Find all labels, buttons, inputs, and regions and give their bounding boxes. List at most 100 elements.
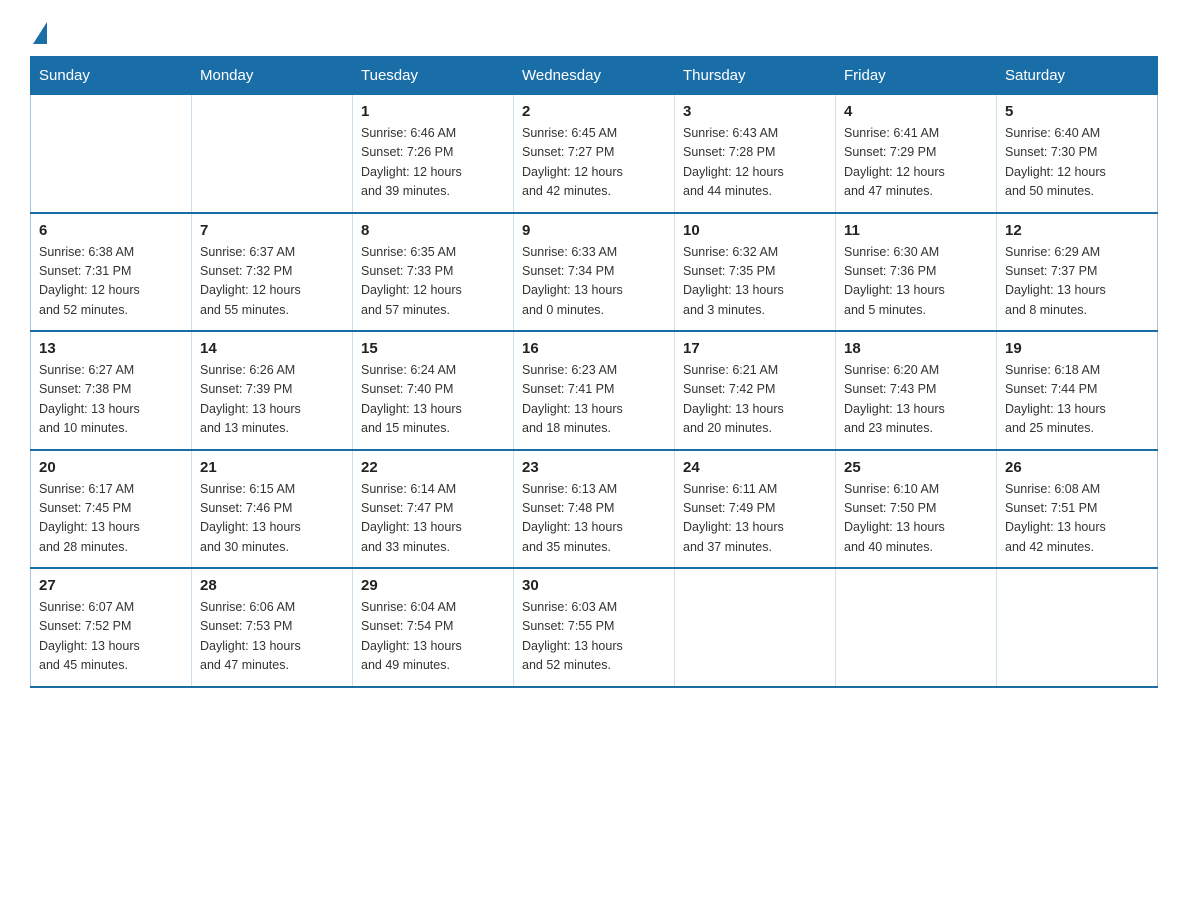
day-info: Sunrise: 6:26 AMSunset: 7:39 PMDaylight:…	[200, 361, 344, 439]
calendar-cell	[836, 568, 997, 687]
day-number: 26	[1005, 459, 1149, 476]
day-info: Sunrise: 6:07 AMSunset: 7:52 PMDaylight:…	[39, 598, 183, 676]
day-info: Sunrise: 6:46 AMSunset: 7:26 PMDaylight:…	[361, 124, 505, 202]
day-number: 20	[39, 459, 183, 476]
calendar-cell: 10 Sunrise: 6:32 AMSunset: 7:35 PMDayligh…	[675, 213, 836, 332]
day-info: Sunrise: 6:29 AMSunset: 7:37 PMDaylight:…	[1005, 243, 1149, 321]
calendar-cell: 16 Sunrise: 6:23 AMSunset: 7:41 PMDayligh…	[514, 331, 675, 450]
day-info: Sunrise: 6:27 AMSunset: 7:38 PMDaylight:…	[39, 361, 183, 439]
calendar-header-row: SundayMondayTuesdayWednesdayThursdayFrid…	[31, 57, 1158, 95]
day-number: 30	[522, 577, 666, 594]
calendar-table: SundayMondayTuesdayWednesdayThursdayFrid…	[30, 56, 1158, 688]
day-number: 19	[1005, 340, 1149, 357]
day-number: 8	[361, 222, 505, 239]
day-info: Sunrise: 6:17 AMSunset: 7:45 PMDaylight:…	[39, 480, 183, 558]
day-info: Sunrise: 6:06 AMSunset: 7:53 PMDaylight:…	[200, 598, 344, 676]
calendar-cell: 24 Sunrise: 6:11 AMSunset: 7:49 PMDayligh…	[675, 450, 836, 569]
day-number: 5	[1005, 103, 1149, 120]
day-number: 17	[683, 340, 827, 357]
day-info: Sunrise: 6:18 AMSunset: 7:44 PMDaylight:…	[1005, 361, 1149, 439]
day-info: Sunrise: 6:03 AMSunset: 7:55 PMDaylight:…	[522, 598, 666, 676]
day-number: 4	[844, 103, 988, 120]
day-info: Sunrise: 6:40 AMSunset: 7:30 PMDaylight:…	[1005, 124, 1149, 202]
day-info: Sunrise: 6:45 AMSunset: 7:27 PMDaylight:…	[522, 124, 666, 202]
calendar-header-wednesday: Wednesday	[514, 57, 675, 95]
calendar-week-row: 6 Sunrise: 6:38 AMSunset: 7:31 PMDaylight…	[31, 213, 1158, 332]
day-info: Sunrise: 6:37 AMSunset: 7:32 PMDaylight:…	[200, 243, 344, 321]
calendar-cell	[192, 95, 353, 213]
day-number: 22	[361, 459, 505, 476]
calendar-cell: 17 Sunrise: 6:21 AMSunset: 7:42 PMDayligh…	[675, 331, 836, 450]
calendar-cell: 13 Sunrise: 6:27 AMSunset: 7:38 PMDayligh…	[31, 331, 192, 450]
day-info: Sunrise: 6:21 AMSunset: 7:42 PMDaylight:…	[683, 361, 827, 439]
calendar-cell: 18 Sunrise: 6:20 AMSunset: 7:43 PMDayligh…	[836, 331, 997, 450]
calendar-week-row: 27 Sunrise: 6:07 AMSunset: 7:52 PMDayligh…	[31, 568, 1158, 687]
calendar-header-saturday: Saturday	[997, 57, 1158, 95]
calendar-week-row: 1Sunrise: 6:46 AMSunset: 7:26 PMDaylight…	[31, 95, 1158, 213]
day-info: Sunrise: 6:38 AMSunset: 7:31 PMDaylight:…	[39, 243, 183, 321]
day-info: Sunrise: 6:23 AMSunset: 7:41 PMDaylight:…	[522, 361, 666, 439]
day-info: Sunrise: 6:30 AMSunset: 7:36 PMDaylight:…	[844, 243, 988, 321]
day-number: 23	[522, 459, 666, 476]
calendar-cell: 21Sunrise: 6:15 AMSunset: 7:46 PMDayligh…	[192, 450, 353, 569]
calendar-cell: 29Sunrise: 6:04 AMSunset: 7:54 PMDayligh…	[353, 568, 514, 687]
calendar-cell: 30 Sunrise: 6:03 AMSunset: 7:55 PMDayligh…	[514, 568, 675, 687]
calendar-cell: 25 Sunrise: 6:10 AMSunset: 7:50 PMDayligh…	[836, 450, 997, 569]
calendar-cell: 15 Sunrise: 6:24 AMSunset: 7:40 PMDayligh…	[353, 331, 514, 450]
calendar-cell: 12 Sunrise: 6:29 AMSunset: 7:37 PMDayligh…	[997, 213, 1158, 332]
day-info: Sunrise: 6:33 AMSunset: 7:34 PMDaylight:…	[522, 243, 666, 321]
day-info: Sunrise: 6:32 AMSunset: 7:35 PMDaylight:…	[683, 243, 827, 321]
calendar-cell: 22 Sunrise: 6:14 AMSunset: 7:47 PMDayligh…	[353, 450, 514, 569]
day-number: 13	[39, 340, 183, 357]
logo-triangle-icon	[33, 22, 47, 44]
day-number: 7	[200, 222, 344, 239]
day-info: Sunrise: 6:24 AMSunset: 7:40 PMDaylight:…	[361, 361, 505, 439]
calendar-cell	[675, 568, 836, 687]
day-number: 25	[844, 459, 988, 476]
day-number: 14	[200, 340, 344, 357]
day-info: Sunrise: 6:08 AMSunset: 7:51 PMDaylight:…	[1005, 480, 1149, 558]
day-number: 27	[39, 577, 183, 594]
day-number: 10	[683, 222, 827, 239]
logo	[30, 20, 47, 38]
day-info: Sunrise: 6:10 AMSunset: 7:50 PMDaylight:…	[844, 480, 988, 558]
calendar-week-row: 13 Sunrise: 6:27 AMSunset: 7:38 PMDayligh…	[31, 331, 1158, 450]
calendar-cell: 4 Sunrise: 6:41 AMSunset: 7:29 PMDaylight…	[836, 95, 997, 213]
calendar-cell: 19 Sunrise: 6:18 AMSunset: 7:44 PMDayligh…	[997, 331, 1158, 450]
day-number: 28	[200, 577, 344, 594]
calendar-header-sunday: Sunday	[31, 57, 192, 95]
calendar-cell: 8 Sunrise: 6:35 AMSunset: 7:33 PMDaylight…	[353, 213, 514, 332]
day-number: 15	[361, 340, 505, 357]
calendar-week-row: 20 Sunrise: 6:17 AMSunset: 7:45 PMDayligh…	[31, 450, 1158, 569]
calendar-header-thursday: Thursday	[675, 57, 836, 95]
day-info: Sunrise: 6:11 AMSunset: 7:49 PMDaylight:…	[683, 480, 827, 558]
day-number: 9	[522, 222, 666, 239]
calendar-cell	[31, 95, 192, 213]
day-info: Sunrise: 6:20 AMSunset: 7:43 PMDaylight:…	[844, 361, 988, 439]
day-number: 24	[683, 459, 827, 476]
calendar-cell: 7 Sunrise: 6:37 AMSunset: 7:32 PMDaylight…	[192, 213, 353, 332]
day-number: 2	[522, 103, 666, 120]
day-number: 29	[361, 577, 505, 594]
day-number: 6	[39, 222, 183, 239]
calendar-cell: 27 Sunrise: 6:07 AMSunset: 7:52 PMDayligh…	[31, 568, 192, 687]
day-number: 16	[522, 340, 666, 357]
calendar-cell: 20 Sunrise: 6:17 AMSunset: 7:45 PMDayligh…	[31, 450, 192, 569]
day-info: Sunrise: 6:14 AMSunset: 7:47 PMDaylight:…	[361, 480, 505, 558]
calendar-cell: 28 Sunrise: 6:06 AMSunset: 7:53 PMDayligh…	[192, 568, 353, 687]
calendar-cell: 2 Sunrise: 6:45 AMSunset: 7:27 PMDaylight…	[514, 95, 675, 213]
day-number: 12	[1005, 222, 1149, 239]
calendar-cell: 3Sunrise: 6:43 AMSunset: 7:28 PMDaylight…	[675, 95, 836, 213]
day-info: Sunrise: 6:15 AMSunset: 7:46 PMDaylight:…	[200, 480, 344, 558]
calendar-header-tuesday: Tuesday	[353, 57, 514, 95]
calendar-cell	[997, 568, 1158, 687]
calendar-cell: 23Sunrise: 6:13 AMSunset: 7:48 PMDayligh…	[514, 450, 675, 569]
day-info: Sunrise: 6:35 AMSunset: 7:33 PMDaylight:…	[361, 243, 505, 321]
page-header	[30, 20, 1158, 38]
calendar-cell: 14 Sunrise: 6:26 AMSunset: 7:39 PMDayligh…	[192, 331, 353, 450]
day-number: 18	[844, 340, 988, 357]
calendar-cell: 1Sunrise: 6:46 AMSunset: 7:26 PMDaylight…	[353, 95, 514, 213]
calendar-cell: 9 Sunrise: 6:33 AMSunset: 7:34 PMDaylight…	[514, 213, 675, 332]
day-info: Sunrise: 6:41 AMSunset: 7:29 PMDaylight:…	[844, 124, 988, 202]
day-info: Sunrise: 6:43 AMSunset: 7:28 PMDaylight:…	[683, 124, 827, 202]
